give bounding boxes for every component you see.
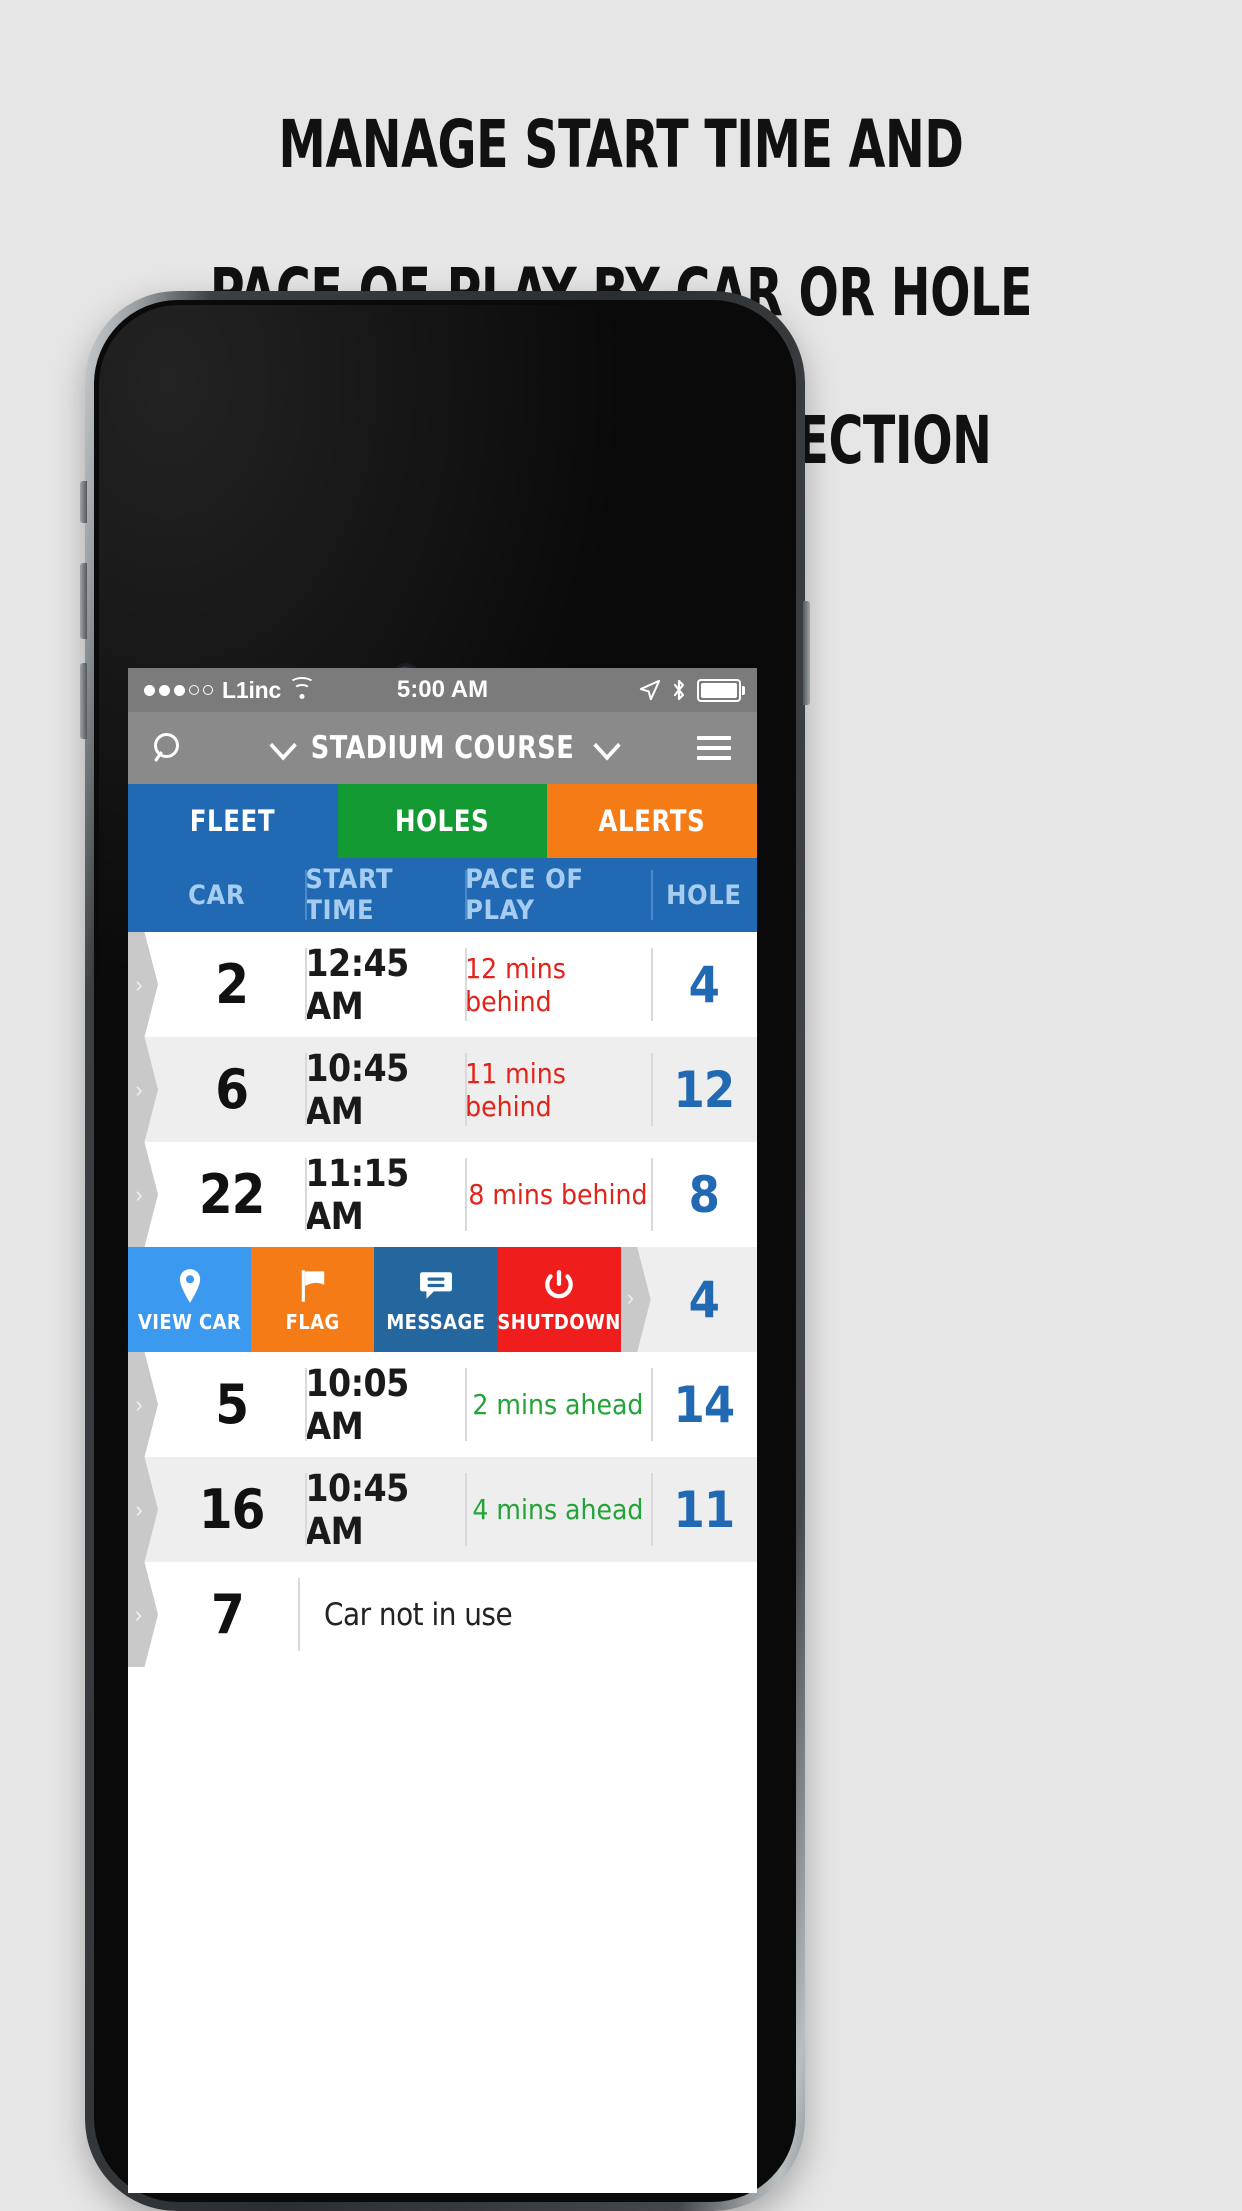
phone-screen: L1inc 5:00 AM STADIUM COURSE FLEET HOLES… [128, 668, 757, 2193]
row-expand-handle[interactable]: › [128, 1037, 158, 1142]
power-button[interactable] [803, 601, 810, 705]
tab-fleet-label: FLEET [190, 804, 276, 838]
headline-line-1: MANAGE START TIME AND [278, 106, 964, 183]
table-row[interactable]: › 2 12:45 AM 12 mins behind 4 [128, 932, 757, 1037]
swipe-action-shutdown[interactable]: SHUTDOWN [497, 1247, 621, 1352]
navigation-bar: STADIUM COURSE [128, 712, 757, 784]
cell-pace-of-play: 8 mins behind [465, 1142, 651, 1247]
chevron-right-icon: › [135, 1496, 143, 1522]
swipe-action-message-label: MESSAGE [386, 1309, 486, 1334]
chevron-down-icon-left[interactable] [269, 730, 298, 761]
nav-title-label: STADIUM COURSE [310, 730, 575, 766]
swipe-action-view-car[interactable]: VIEW CAR [128, 1247, 252, 1352]
swipe-action-view-car-label: VIEW CAR [137, 1309, 242, 1334]
cell-start-time: Car not in use [298, 1562, 757, 1667]
table-row[interactable]: › 7 Car not in use [128, 1562, 757, 1667]
table-row[interactable]: › 22 11:15 AM 8 mins behind 8 [128, 1142, 757, 1247]
column-header-car[interactable]: CAR [128, 858, 305, 932]
cell-car: 6 [215, 1058, 249, 1121]
cell-hole: 12 [650, 1037, 757, 1142]
tab-fleet[interactable]: FLEET [128, 784, 338, 858]
cell-car: 5 [215, 1373, 249, 1436]
cell-start-time: 10:05 AM [305, 1352, 465, 1457]
cell-pace-of-play: 2 mins ahead [465, 1352, 651, 1457]
chevron-right-icon: › [135, 1076, 143, 1102]
tab-bar: FLEET HOLES ALERTS [128, 784, 757, 858]
row-expand-handle[interactable]: › [128, 932, 158, 1037]
table-row[interactable]: › 6 10:45 AM 11 mins behind 12 [128, 1037, 757, 1142]
swipe-action-message[interactable]: MESSAGE [374, 1247, 498, 1352]
cell-start-time: 10:45 AM [305, 1037, 465, 1142]
silent-switch[interactable] [80, 481, 87, 523]
chevron-right-icon: › [134, 1601, 143, 1627]
row-expand-handle[interactable]: › [620, 1247, 651, 1352]
cell-car: 16 [198, 1478, 266, 1541]
cell-pace-of-play: 12 mins behind [465, 932, 651, 1037]
cell-hole: 8 [650, 1142, 757, 1247]
swipe-action-flag-label: FLAG [285, 1309, 340, 1334]
search-icon[interactable] [154, 733, 184, 763]
tab-alerts-label: ALERTS [598, 804, 706, 838]
cell-start-time: 10:45 AM [305, 1457, 465, 1562]
table-column-headers: CAR START TIME PACE OF PLAY HOLE [128, 858, 757, 932]
battery-full-icon [697, 678, 745, 702]
cell-car: 7 [211, 1583, 245, 1646]
cell-start-time: 12:45 AM [305, 932, 465, 1037]
cell-pace-of-play: 11 mins behind [465, 1037, 651, 1142]
map-pin-icon [176, 1266, 204, 1306]
course-selector[interactable]: STADIUM COURSE [153, 730, 732, 766]
row-expand-handle[interactable]: › [128, 1457, 158, 1562]
cell-car: 2 [215, 953, 249, 1016]
status-bar: L1inc 5:00 AM [128, 668, 757, 712]
chevron-down-icon-right[interactable] [593, 730, 621, 761]
cell-start-time: 11:15 AM [305, 1142, 465, 1247]
row-expand-handle[interactable]: › [128, 1352, 158, 1457]
cell-hole: 4 [688, 1270, 720, 1329]
hamburger-menu-icon[interactable] [697, 730, 731, 766]
tab-holes[interactable]: HOLES [337, 784, 548, 858]
column-header-hole[interactable]: HOLE [650, 858, 757, 932]
power-icon [543, 1266, 575, 1306]
row-expand-handle[interactable]: › [128, 1142, 158, 1247]
chevron-right-icon: › [626, 1285, 635, 1310]
table-row-swipe-actions: VIEW CAR FLAG MESSAGE SHUTDOWN › 4 [128, 1247, 757, 1352]
column-header-pace-of-play[interactable]: PACE OF PLAY [465, 858, 651, 932]
column-header-start-time[interactable]: START TIME [305, 858, 465, 932]
phone-mockup: L1inc 5:00 AM STADIUM COURSE FLEET HOLES… [80, 291, 810, 2211]
status-bar-clock: 5:00 AM [396, 676, 489, 703]
row-expand-handle[interactable]: › [128, 1562, 158, 1667]
chevron-right-icon: › [135, 1391, 143, 1417]
chevron-right-icon: › [135, 971, 143, 997]
volume-up-button[interactable] [80, 563, 87, 639]
swipe-action-shutdown-label: SHUTDOWN [497, 1309, 621, 1334]
cell-car: 22 [198, 1163, 266, 1226]
cell-hole: 14 [650, 1352, 757, 1457]
chat-bubble-icon [419, 1266, 453, 1306]
cell-pace-of-play: 4 mins ahead [465, 1457, 651, 1562]
volume-down-button[interactable] [80, 663, 87, 739]
swipe-action-flag[interactable]: FLAG [251, 1247, 375, 1352]
swipe-action-group: VIEW CAR FLAG MESSAGE SHUTDOWN [128, 1247, 621, 1352]
flag-icon [298, 1266, 328, 1306]
cell-hole: 11 [650, 1457, 757, 1562]
table-row[interactable]: › 16 10:45 AM 4 mins ahead 11 [128, 1457, 757, 1562]
cell-hole: 4 [650, 932, 757, 1037]
tab-alerts[interactable]: ALERTS [547, 784, 757, 858]
chevron-right-icon: › [135, 1181, 143, 1207]
table-row[interactable]: › 5 10:05 AM 2 mins ahead 14 [128, 1352, 757, 1457]
tab-holes-label: HOLES [395, 804, 490, 838]
